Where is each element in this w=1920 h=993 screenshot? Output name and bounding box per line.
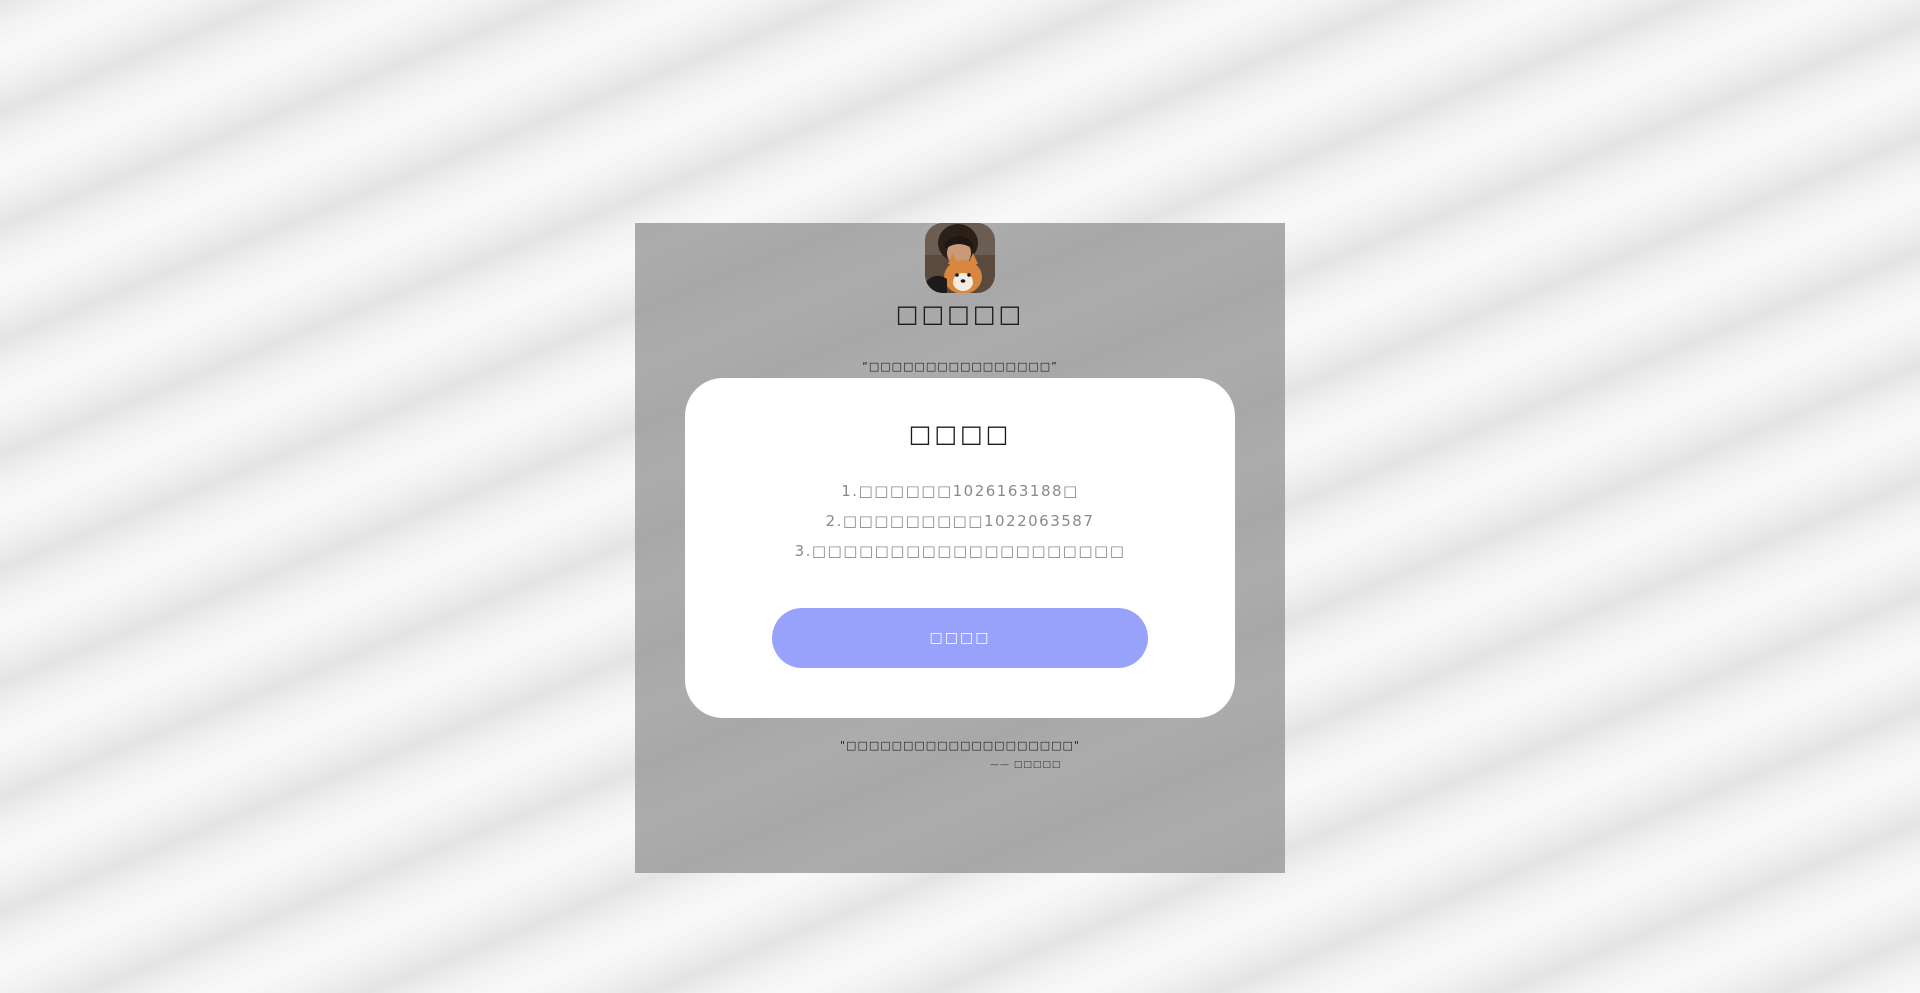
notice-title: □□□□ [908, 420, 1012, 448]
notice-list: 1.□□□□□□1026163188□ 2.□□□□□□□□□102206358… [685, 476, 1235, 566]
confirm-button[interactable]: □□□□ [772, 608, 1148, 668]
quote-author: —— □□□□□ [990, 760, 1062, 770]
avatar-image [925, 223, 995, 293]
avatar [925, 223, 995, 293]
notice-item: 2.□□□□□□□□□1022063587 [825, 512, 1095, 530]
quote-text: "□□□□□□□□□□□□□□□□□□□□" [840, 739, 1080, 752]
notice-item: 1.□□□□□□1026163188□ [841, 482, 1079, 500]
notice-panel: □□□□ 1.□□□□□□1026163188□ 2.□□□□□□□□□1022… [685, 378, 1235, 718]
motto: “□□□□□□□□□□□□□□□□” [862, 360, 1058, 373]
site-name: □□□□□ [895, 300, 1025, 328]
notice-item: 3.□□□□□□□□□□□□□□□□□□□□ [794, 542, 1126, 560]
